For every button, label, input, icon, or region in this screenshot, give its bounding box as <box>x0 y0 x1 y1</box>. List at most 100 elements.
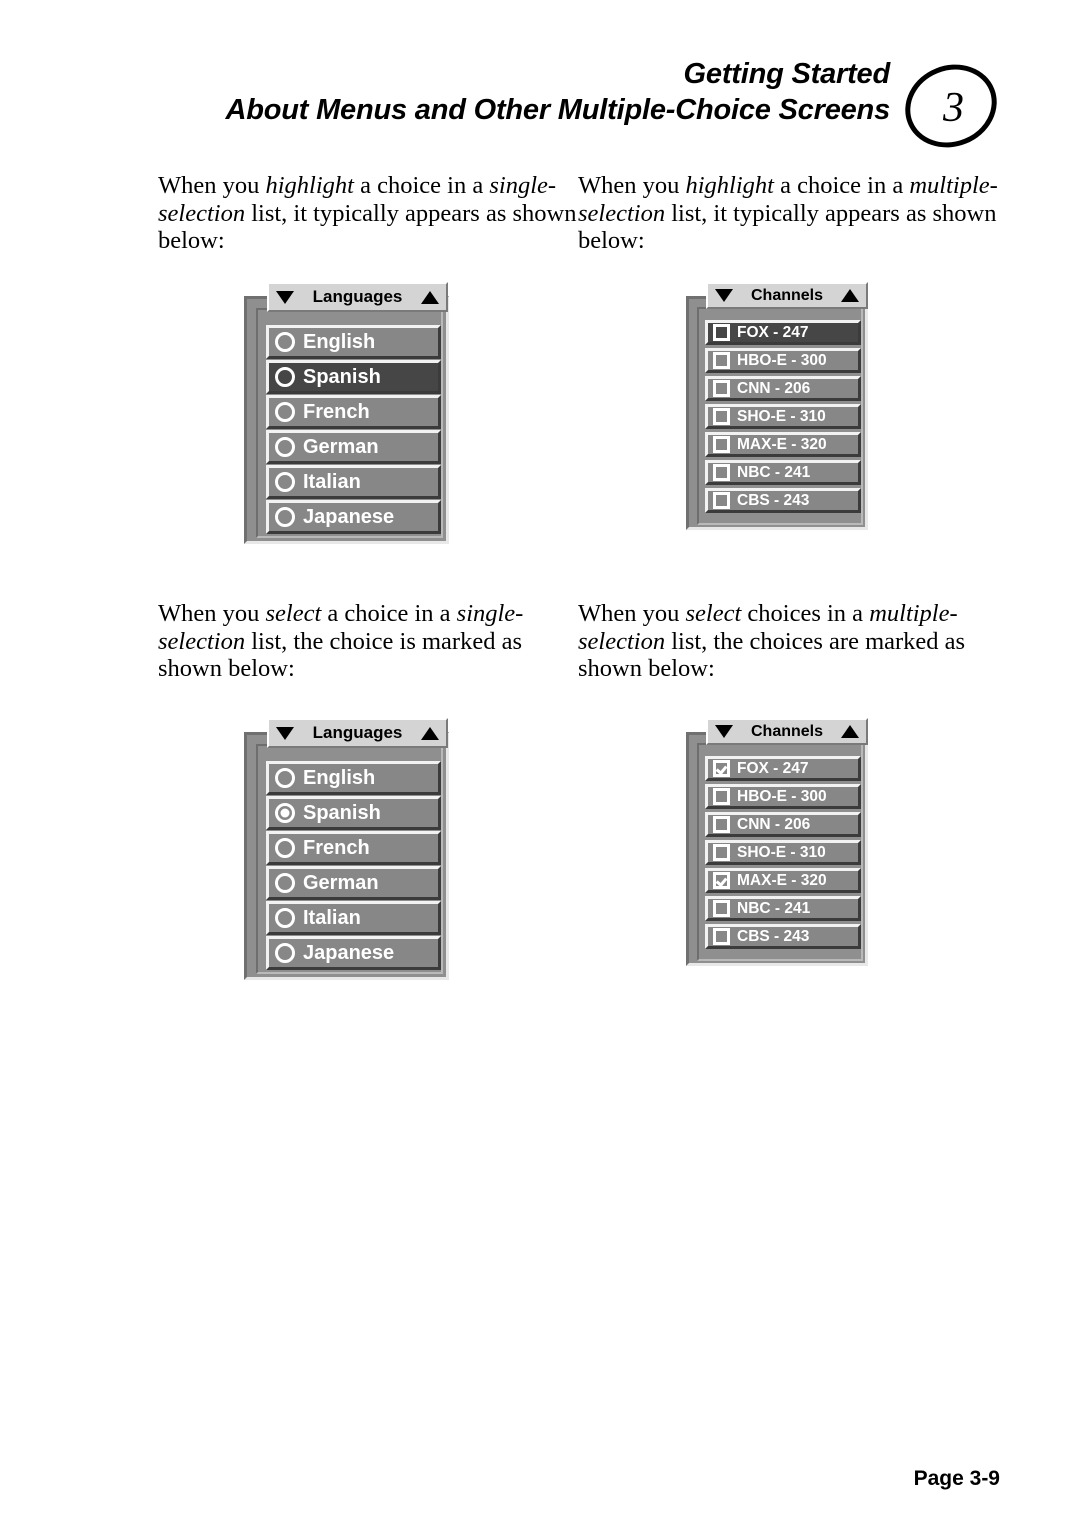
text-segment: When you <box>578 600 686 627</box>
checkbox-icon[interactable] <box>713 928 730 945</box>
triangle-up-icon[interactable] <box>421 290 439 304</box>
menu-row[interactable]: NBC - 241 <box>705 460 861 485</box>
menu-row-label: FOX - 247 <box>737 323 809 341</box>
menu-row[interactable]: Spanish <box>266 796 441 830</box>
checkbox-icon[interactable] <box>713 324 730 341</box>
triangle-down-icon[interactable] <box>276 290 294 304</box>
menu-row-label: English <box>303 330 376 353</box>
triangle-down-icon[interactable] <box>715 289 733 302</box>
menu-row[interactable]: Japanese <box>266 936 441 970</box>
checkbox-icon[interactable] <box>713 900 730 917</box>
checkbox-checked-icon[interactable] <box>713 760 730 777</box>
header-title-line-1: Getting Started <box>683 58 891 90</box>
menu-title: Languages <box>312 723 403 742</box>
menu-titlebar: Languages <box>267 718 448 748</box>
triangle-up-icon[interactable] <box>841 289 859 302</box>
menu-row[interactable]: HBO-E - 300 <box>705 348 861 373</box>
menu-row[interactable]: CBS - 243 <box>705 488 861 513</box>
menu-row[interactable]: FOX - 247 <box>705 320 861 345</box>
menu-row[interactable]: MAX-E - 320 <box>705 432 861 457</box>
text-emphasis: select <box>685 600 742 627</box>
radio-button-selected-icon[interactable] <box>275 803 295 823</box>
menu-row-label: CNN - 206 <box>737 815 811 833</box>
radio-button-icon[interactable] <box>275 367 295 387</box>
checkbox-icon[interactable] <box>713 380 730 397</box>
menu-row[interactable]: Italian <box>266 465 441 499</box>
menu-row[interactable]: English <box>266 325 441 359</box>
checkbox-icon[interactable] <box>713 816 730 833</box>
menu-row[interactable]: English <box>266 761 441 795</box>
triangle-down-icon[interactable] <box>276 726 294 740</box>
radio-button-icon[interactable] <box>275 402 295 422</box>
menu-row[interactable]: French <box>266 395 441 429</box>
menu-row-label: MAX-E - 320 <box>737 871 827 889</box>
checkbox-icon[interactable] <box>713 492 730 509</box>
menu-row[interactable]: CNN - 206 <box>705 812 861 837</box>
menu-row[interactable]: Italian <box>266 901 441 935</box>
menu-row[interactable]: MAX-E - 320 <box>705 868 861 893</box>
menu-row-label: CBS - 243 <box>737 927 810 945</box>
text-segment: choices in a <box>741 600 870 627</box>
menu-row[interactable]: Japanese <box>266 500 441 534</box>
menu-row-label: French <box>303 400 370 423</box>
menu-row[interactable]: French <box>266 831 441 865</box>
menu-row-label: Japanese <box>303 505 395 528</box>
menu-row[interactable]: CBS - 243 <box>705 924 861 949</box>
radio-button-icon[interactable] <box>275 908 295 928</box>
menu-row[interactable]: FOX - 247 <box>705 756 861 781</box>
text-segment: When you <box>578 172 686 199</box>
radio-button-icon[interactable] <box>275 873 295 893</box>
radio-button-icon[interactable] <box>275 943 295 963</box>
checkbox-checked-icon[interactable] <box>713 872 730 889</box>
menu-row-list: English Spanish French German Italian Japanes… <box>266 761 441 971</box>
checkbox-icon[interactable] <box>713 352 730 369</box>
text-segment: When you <box>158 600 266 627</box>
menu-row-label: HBO-E - 300 <box>737 351 827 369</box>
text-segment: a choice in a <box>773 172 910 199</box>
radio-button-icon[interactable] <box>275 507 295 527</box>
checkbox-icon[interactable] <box>713 788 730 805</box>
triangle-down-icon[interactable] <box>715 725 733 738</box>
radio-button-icon[interactable] <box>275 437 295 457</box>
text-emphasis: highlight <box>685 172 774 199</box>
menu-row-label: German <box>303 435 379 458</box>
menu-row-list: FOX - 247 HBO-E - 300 CNN - 206 SHO-E - 310… <box>705 320 861 516</box>
text-segment: a choice in a <box>353 172 490 199</box>
menu-titlebar: Languages <box>267 282 448 312</box>
paragraph-select-multiple: When you select choices in a multiple-se… <box>578 600 998 683</box>
triangle-up-icon[interactable] <box>421 726 439 740</box>
menu-row[interactable]: Spanish <box>266 360 441 394</box>
menu-row-label: Spanish <box>303 801 381 824</box>
checkbox-icon[interactable] <box>713 464 730 481</box>
menu-title: Languages <box>312 287 403 306</box>
menu-titlebar: Channels <box>706 282 868 309</box>
text-emphasis: select <box>265 600 322 627</box>
menu-row[interactable]: SHO-E - 310 <box>705 840 861 865</box>
chapter-number: 3 <box>943 85 964 131</box>
checkbox-icon[interactable] <box>713 844 730 861</box>
paragraph-highlight-single: When you highlight a choice in a single-… <box>158 172 578 255</box>
radio-button-icon[interactable] <box>275 838 295 858</box>
menu-row-list: FOX - 247 HBO-E - 300 CNN - 206 SHO-E - 310… <box>705 756 861 952</box>
menu-row[interactable]: SHO-E - 310 <box>705 404 861 429</box>
menu-row-label: NBC - 241 <box>737 899 811 917</box>
menu-row[interactable]: German <box>266 430 441 464</box>
radio-button-icon[interactable] <box>275 472 295 492</box>
checkbox-icon[interactable] <box>713 408 730 425</box>
menu-row-label: Spanish <box>303 365 381 388</box>
checkbox-icon[interactable] <box>713 436 730 453</box>
menu-row[interactable]: NBC - 241 <box>705 896 861 921</box>
radio-button-icon[interactable] <box>275 332 295 352</box>
menu-row-label: Italian <box>303 906 361 929</box>
menu-row[interactable]: HBO-E - 300 <box>705 784 861 809</box>
radio-button-icon[interactable] <box>275 768 295 788</box>
menu-row-label: Japanese <box>303 941 395 964</box>
menu-row-label: Italian <box>303 470 361 493</box>
triangle-up-icon[interactable] <box>841 725 859 738</box>
text-emphasis: highlight <box>265 172 354 199</box>
menu-row[interactable]: German <box>266 866 441 900</box>
menu-row[interactable]: CNN - 206 <box>705 376 861 401</box>
menu-row-label: English <box>303 766 376 789</box>
menu-row-list: English Spanish French German Italian Japanes… <box>266 325 441 535</box>
menu-row-label: German <box>303 871 379 894</box>
